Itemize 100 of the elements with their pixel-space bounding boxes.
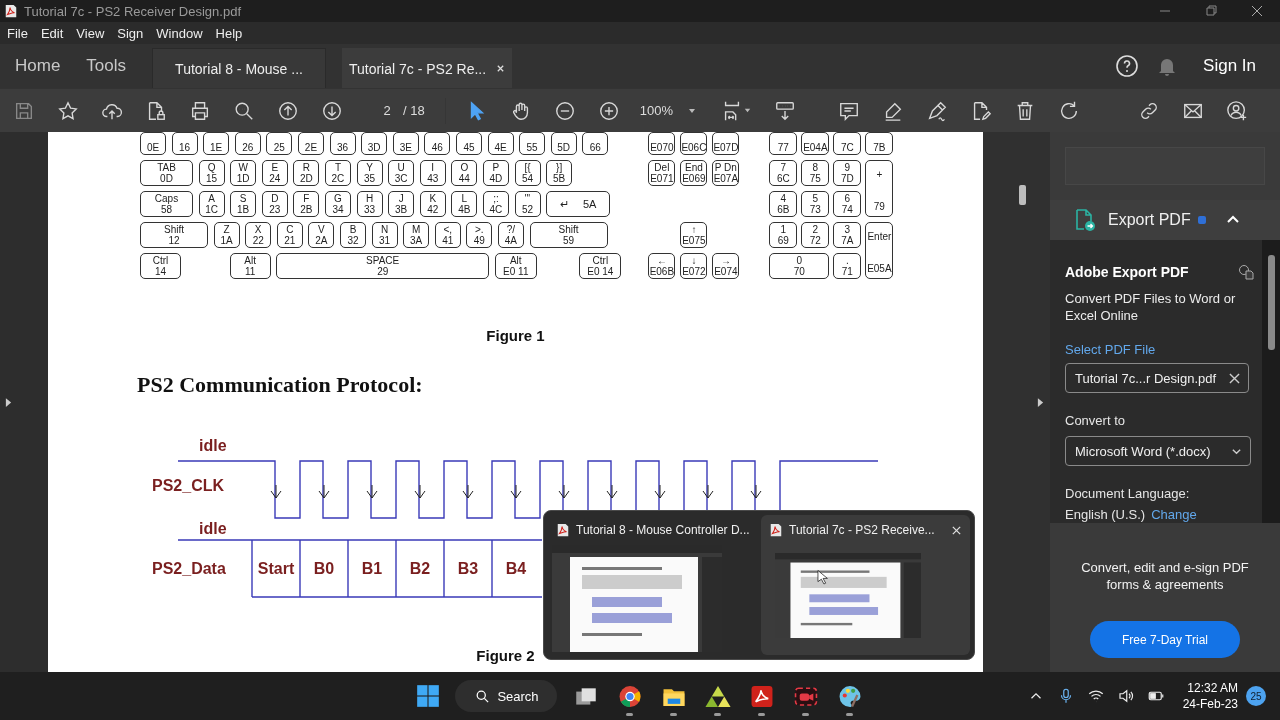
keyboard-key: [{ 54 [514,160,541,186]
file-field[interactable]: Tutorial 7c...r Design.pdf [1065,363,1249,393]
keyboard-key: S 1B [230,191,257,217]
keyboard-key: Shift 12 [140,222,208,248]
zoom-out-icon[interactable] [553,99,576,122]
keyboard-key: A 1C [198,191,225,217]
scrollbar[interactable] [1019,185,1026,205]
triangle-logo-icon[interactable] [704,684,731,710]
start-button[interactable] [415,683,442,709]
keyboard-key: Q 15 [198,160,225,186]
signal-label: PS2_Data [152,560,226,577]
keyboard-key: X 22 [245,222,272,248]
tab-label: Tutorial 7c - PS2 Re... [348,60,487,77]
nav-tab[interactable]: Tools [86,56,127,76]
keyboard-key: J 3B [388,191,415,217]
bit-label: B1 [361,560,383,577]
pdf-file-icon [556,523,570,537]
add-user-icon[interactable] [1225,99,1248,122]
keyboard-key: + 79 [865,160,894,217]
keyboard-key: 0 70 [769,253,830,279]
window-preview[interactable]: Tutorial 8 - Mouse Controller D... [548,515,757,655]
copy-icon[interactable] [1238,264,1254,280]
arrow-up-icon[interactable] [277,99,299,122]
volume-icon[interactable] [1116,687,1135,705]
free-trial-button[interactable]: Free 7-Day Trial [1090,621,1240,658]
menu-item[interactable]: View [76,25,105,41]
clock-time[interactable]: 12:32 AM [1187,680,1238,696]
field-label: Document Language: [1065,486,1191,501]
menu-item[interactable]: Window [156,25,203,41]
keyboard-key: E070 [648,132,676,155]
keyboard-key: SPACE 29 [276,253,490,279]
menu-item[interactable]: Edit [40,25,64,41]
idle-label: idle [199,437,227,454]
notification-badge[interactable]: 25 [1246,686,1266,706]
keyboard-key: Alt E0 11 [494,253,537,279]
document-tab[interactable]: Tutorial 8 - Mouse ... [152,48,327,88]
arrow-down-icon[interactable] [321,99,343,122]
search-icon [475,688,491,704]
keyboard-key: 16 [171,132,198,155]
keyboard-key: 7C [833,132,862,155]
nav-tab[interactable]: Home [15,56,61,76]
format-value: Microsoft Word (*.docx) [1075,443,1211,459]
taskbar-search[interactable]: Search [455,680,557,712]
keyboard-key: 55 [519,132,546,155]
keyboard-key: Shift 59 [529,222,608,248]
page-count: / 18 [403,103,425,118]
search-label: Search [497,688,539,704]
keyboard-download-icon[interactable] [773,99,796,122]
collapse-icon[interactable] [1037,396,1044,408]
clock-date[interactable]: 24-Feb-23 [1182,696,1238,712]
keyboard-key: H 33 [356,191,383,217]
keyboard-key: E07D [712,132,740,155]
keyboard-key: Z 1A [213,222,240,248]
select-file-link[interactable]: Select PDF File [1065,342,1262,357]
close-icon[interactable] [496,64,506,73]
clear-icon[interactable] [1229,372,1240,384]
scrollbar[interactable] [1267,255,1275,350]
zoom-dropdown[interactable]: 100% [639,103,697,118]
document-tab[interactable]: Tutorial 7c - PS2 Re... [342,48,513,88]
page-number-field[interactable]: 2 [379,103,395,118]
change-link[interactable]: Change [1151,507,1197,522]
close-icon[interactable] [951,524,962,536]
keyboard-key: 8 75 [801,160,830,186]
signal-label: PS2_CLK [152,477,225,494]
menu-item[interactable]: Sign [117,25,144,41]
panel-title: Export PDF [1108,211,1191,229]
keyboard-key: "' 52 [514,191,541,217]
keyboard-key: F 2B [293,191,320,217]
window-preview[interactable]: Tutorial 7c - PS2 Receive... [761,515,970,655]
keyboard-key: 77 [769,132,798,155]
zoom-in-icon[interactable] [597,99,620,122]
figure-caption: Figure 2 [475,647,536,664]
format-dropdown[interactable]: Microsoft Word (*.docx) [1065,436,1251,466]
keyboard-key: Y 35 [356,160,383,186]
expand-icon[interactable] [5,396,12,408]
section-heading: PS2 Communication Protocol: [137,372,424,398]
keyboard-key: E 24 [261,160,288,186]
help-icon[interactable] [1115,54,1140,78]
sign-in-button[interactable]: Sign In [1203,56,1256,76]
caret-icon[interactable] [742,106,752,115]
pdf-file-icon [769,523,783,537]
keyboard-key: 7 6C [769,160,798,186]
star-icon[interactable] [57,99,79,122]
menu-item[interactable]: Help [215,25,243,41]
keyboard-key: ↵ 5A [546,191,611,217]
keyboard-key: 25 [266,132,293,155]
panel-header[interactable]: Export PDF [1050,200,1280,240]
bit-label: B2 [409,560,431,577]
menu-item[interactable]: File [7,25,28,41]
keyboard-key: 4E [487,132,514,155]
print-icon[interactable] [189,99,211,122]
info-badge-icon [1196,215,1207,225]
keyboard-key: >. 49 [466,222,493,248]
window-title: Tutorial 7c - PS2 Receiver Design.pdf [24,3,241,19]
keyboard-key: . 71 [833,253,862,279]
keyboard-key: R 2D [293,160,320,186]
keyboard-key: ↓ E072 [680,253,708,279]
tab-label: Tutorial 8 - Mouse ... [175,60,303,77]
keyboard-key: 3 7A [833,222,862,248]
keyboard-key: 36 [329,132,356,155]
